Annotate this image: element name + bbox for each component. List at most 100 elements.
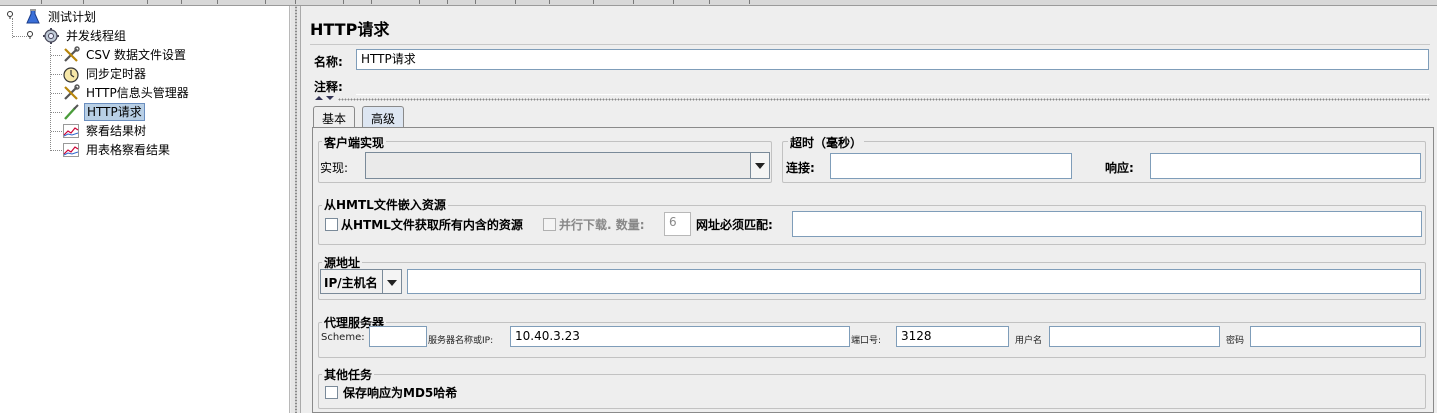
tree-connector [51, 150, 62, 151]
tree-item-label: 察看结果树 [86, 123, 147, 138]
parallel-download-checkbox[interactable] [543, 218, 556, 231]
divider [310, 44, 1430, 45]
tree-item-header-manager[interactable]: HTTP信息头管理器 [62, 83, 191, 102]
md5-label: 保存响应为MD5哈希 [343, 386, 458, 400]
tree-item-label: HTTP信息头管理器 [86, 85, 189, 100]
proxy-scheme-input[interactable] [369, 326, 427, 347]
parallel-download-label: 并行下载. 数量: [559, 218, 645, 232]
toolbar-button[interactable] [218, 0, 266, 4]
thread-group-gear-icon [43, 27, 59, 44]
dotted-divider [338, 98, 1430, 101]
proxy-port-input[interactable]: 3128 [896, 326, 1009, 347]
divider-grip[interactable] [295, 6, 297, 413]
toolbar-button[interactable] [84, 0, 148, 4]
toolbar-button[interactable] [594, 0, 634, 4]
toolbar-button[interactable] [266, 0, 296, 4]
tree-item-view-results-table[interactable]: 用表格察看结果 [62, 140, 172, 159]
other-tasks-title: 其他任务 [322, 366, 375, 383]
tab-basic[interactable]: 基本 [313, 106, 356, 128]
proxy-server-label: 服务器名称或IP: [428, 336, 494, 346]
collapse-toggle-icon[interactable] [314, 94, 336, 102]
page-title: HTTP请求 [310, 20, 390, 39]
tree-item-http-request[interactable]: HTTP请求 [62, 102, 145, 121]
wrench-screwdriver-icon [64, 83, 80, 100]
source-type-dropdown[interactable]: IP/主机名 [320, 269, 402, 294]
expand-handle-icon[interactable] [6, 11, 14, 19]
proxy-server-input[interactable]: 10.40.3.23 [510, 326, 850, 347]
toolbar-button[interactable] [372, 0, 420, 4]
graph-listener-icon [63, 142, 79, 157]
impl-label: 实现: [320, 161, 349, 175]
connect-label: 连接: [786, 161, 815, 175]
connect-timeout-input[interactable] [830, 153, 1072, 179]
toolbar-button[interactable] [0, 0, 42, 4]
parallel-count-input[interactable]: 6 [664, 212, 691, 236]
tab-advanced[interactable]: 高级 [362, 106, 405, 128]
graph-listener-icon [63, 123, 79, 138]
proxy-username-input[interactable] [1049, 326, 1220, 347]
response-label: 响应: [1105, 161, 1134, 175]
toolbar-button[interactable] [476, 0, 516, 4]
test-plan-flask-icon [26, 8, 40, 23]
urls-match-input[interactable] [792, 211, 1422, 237]
toolbar-button[interactable] [634, 0, 674, 4]
scheme-label: Scheme: [321, 332, 365, 343]
tree-item-label: HTTP请求 [84, 102, 145, 121]
tree-item-test-plan[interactable]: 测试计划 [24, 7, 98, 26]
tree-item-label: 测试计划 [48, 9, 97, 24]
retrieve-all-label: 从HTML文件获取所有内含的资源 [341, 218, 523, 232]
chevron-down-icon[interactable] [750, 153, 769, 178]
http-request-panel: HTTP请求 名称: HTTP请求 注释: 基本 高级 客户端实现 实现: 超时… [302, 6, 1437, 413]
source-address-input[interactable] [407, 269, 1421, 294]
tree-item-thread-group[interactable]: 并发线程组 [42, 26, 128, 45]
source-type-value: IP/主机名 [324, 276, 378, 290]
expand-handle-icon[interactable] [26, 31, 34, 39]
split-pane-divider[interactable] [291, 6, 301, 413]
toolbar-button[interactable] [182, 0, 218, 4]
tree-item-label: CSV 数据文件设置 [86, 47, 187, 62]
toolbar-button[interactable] [516, 0, 550, 4]
name-input[interactable]: HTTP请求 [356, 49, 1429, 70]
tree-connector [12, 18, 13, 38]
stopwatch-icon [63, 66, 79, 83]
tree-connector [51, 93, 62, 94]
toolbar-button[interactable] [42, 0, 84, 4]
tree-connector [50, 46, 51, 151]
toolbar-button[interactable] [296, 0, 344, 4]
toolbar-button[interactable] [448, 0, 476, 4]
proxy-password-label: 密码 [1226, 336, 1245, 346]
proxy-port-label: 端口号: [851, 336, 882, 346]
toolbar-button[interactable] [550, 0, 594, 4]
tree-item-label: 同步定时器 [86, 66, 147, 81]
toolbar-button[interactable] [420, 0, 448, 4]
tree-item-csv-config[interactable]: CSV 数据文件设置 [62, 45, 188, 64]
tree-connector [51, 55, 62, 56]
toolbar-button[interactable] [148, 0, 182, 4]
toolbar-button[interactable] [710, 0, 750, 4]
embedded-resources-title: 从HMTL文件嵌入资源 [322, 196, 448, 213]
toolbar-button[interactable] [674, 0, 710, 4]
retrieve-all-checkbox[interactable] [325, 218, 338, 231]
impl-dropdown[interactable] [365, 152, 770, 179]
client-impl-title: 客户端实现 [322, 134, 387, 151]
name-label: 名称: [314, 55, 343, 69]
timeout-title: 超时（毫秒） [788, 134, 865, 151]
tree-connector [51, 112, 62, 113]
tree-item-label: 用表格察看结果 [86, 142, 171, 157]
tree-connector [51, 74, 62, 75]
comment-label: 注释: [314, 80, 343, 94]
other-tasks-group [318, 374, 1426, 409]
chevron-down-icon[interactable] [382, 270, 401, 293]
toolbar-button[interactable] [344, 0, 372, 4]
tree-item-view-results-tree[interactable]: 察看结果树 [62, 121, 148, 140]
test-plan-tree[interactable]: 测试计划 并发线程组 CSV 数据文件设置 同步定时器 HTTP信息头管理器 H… [0, 6, 290, 413]
proxy-password-input[interactable] [1250, 326, 1421, 347]
tree-item-sync-timer[interactable]: 同步定时器 [62, 64, 148, 83]
tree-item-label: 并发线程组 [66, 28, 127, 43]
proxy-username-label: 用户名 [1015, 336, 1043, 346]
tree-connector [51, 131, 62, 132]
md5-checkbox[interactable] [325, 386, 338, 399]
comment-input[interactable] [356, 94, 1429, 95]
pipette-sampler-icon [64, 103, 79, 120]
response-timeout-input[interactable] [1150, 153, 1421, 179]
